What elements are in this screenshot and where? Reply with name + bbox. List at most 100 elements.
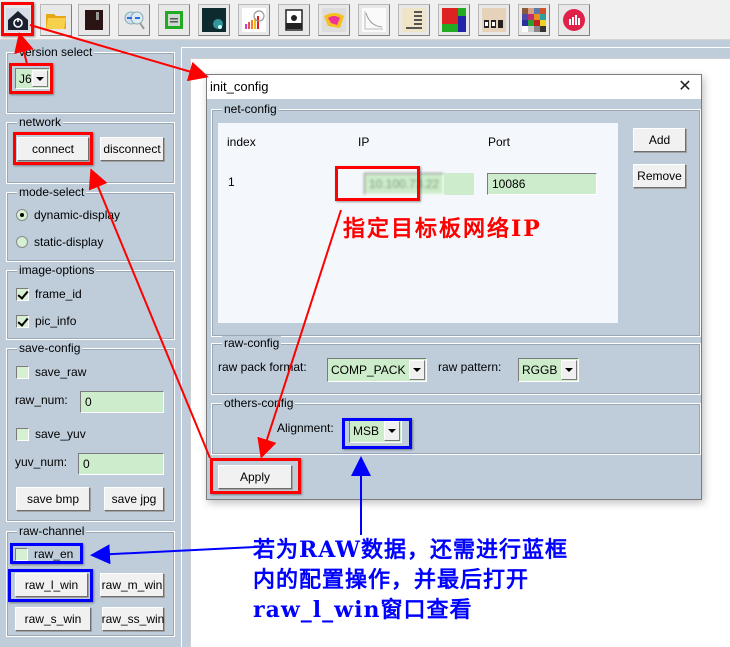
toolbar-curve-plot-button[interactable] xyxy=(358,4,390,36)
row-index: 1 xyxy=(228,175,235,189)
radio-label: dynamic-display xyxy=(34,208,121,222)
port-input[interactable]: 10086 xyxy=(487,173,597,195)
image-options-title: image-options xyxy=(17,263,97,277)
color-checker-icon xyxy=(522,8,546,32)
toolbar-raw-file-button[interactable] xyxy=(278,4,310,36)
folder-icon xyxy=(46,14,66,29)
toolbar-data-table-button[interactable] xyxy=(398,4,430,36)
radio-dynamic-display[interactable]: dynamic-display xyxy=(16,208,120,222)
checkbox-label: save_yuv xyxy=(35,427,86,441)
annotation-note-line-2: 内的配置操作，并最后打开 xyxy=(253,567,530,593)
chevron-down-icon[interactable] xyxy=(409,360,425,380)
yuv-num-input[interactable]: 0 xyxy=(78,453,164,475)
raw-ss-win-button[interactable]: raw_ss_win xyxy=(102,607,164,631)
toolbar-device-button[interactable] xyxy=(78,4,110,36)
close-icon[interactable]: ✕ xyxy=(675,77,695,97)
color-gamut-icon xyxy=(322,8,346,32)
curve-plot-icon xyxy=(362,8,386,32)
annotation-note-bold: raw_l_win xyxy=(253,597,381,623)
raw-s-win-button[interactable]: raw_s_win xyxy=(15,607,91,631)
raw-file-icon xyxy=(285,9,303,31)
others-config-title: others-config xyxy=(222,396,296,410)
remove-button[interactable]: Remove xyxy=(633,164,686,188)
toolbar-gray-scale-button[interactable] xyxy=(478,4,510,36)
save-config-title: save-config xyxy=(17,341,83,355)
toolbar-color-checker-button[interactable] xyxy=(518,4,550,36)
annotation-box-ip xyxy=(335,166,420,201)
toolbar-noise-button[interactable] xyxy=(198,4,230,36)
checkbox-label: save_raw xyxy=(35,365,87,379)
mode-select-group: mode-select xyxy=(6,185,175,262)
toolbar xyxy=(0,0,730,40)
disconnect-button[interactable]: disconnect xyxy=(100,137,164,161)
net-config-title: net-config xyxy=(222,102,279,116)
raw-pattern-label: raw pattern: xyxy=(438,360,502,374)
checkbox-checked[interactable] xyxy=(16,314,29,328)
annotation-box-version xyxy=(9,63,53,94)
toolbar-color-gamut-button[interactable] xyxy=(318,4,350,36)
dialog-title-bar[interactable]: init_config ✕ xyxy=(207,75,701,99)
chevron-down-icon[interactable] xyxy=(561,360,577,380)
data-table-icon xyxy=(402,8,426,32)
column-header-port: Port xyxy=(488,135,511,149)
column-header-ip: IP xyxy=(358,135,370,149)
raw-num-input[interactable]: 0 xyxy=(80,391,164,413)
annotation-box-apply xyxy=(210,458,301,494)
ip-input-tail xyxy=(444,173,474,195)
frame-id-checkbox[interactable]: frame_id xyxy=(16,287,82,301)
column-header-index: index xyxy=(227,135,256,149)
raw-pack-format-value: COMP_PACK xyxy=(331,363,406,377)
device-icon xyxy=(85,10,103,30)
pic-info-checkbox[interactable]: pic_info xyxy=(16,314,76,328)
raw-pattern-value: RGGB xyxy=(522,363,558,377)
checkbox[interactable] xyxy=(16,427,29,441)
bar-chart-magnifier-icon xyxy=(242,8,266,32)
version-select-title: version select xyxy=(17,45,95,59)
toolbar-open-folder-button[interactable] xyxy=(40,4,72,36)
annotation-note-ip: 指定目标板网络IP xyxy=(343,216,542,242)
raw-pattern-combo[interactable]: RGGB xyxy=(518,358,579,382)
statistics-icon xyxy=(563,9,585,31)
annotation-box-connect xyxy=(13,132,93,165)
checkbox-label: frame_id xyxy=(35,287,82,301)
raw-pack-format-label: raw pack format: xyxy=(218,360,307,374)
checkbox[interactable] xyxy=(16,365,29,379)
radio-button[interactable] xyxy=(16,236,28,248)
dialog-title: init_config xyxy=(210,79,269,94)
add-button[interactable]: Add xyxy=(633,128,686,152)
annotation-box-raw-l-win xyxy=(8,569,93,602)
toolbar-color-grid-button[interactable] xyxy=(438,4,470,36)
color-grid-icon xyxy=(442,8,466,32)
toolbar-statistics-button[interactable] xyxy=(558,4,590,36)
image-options-group: image-options xyxy=(6,263,175,340)
save-bmp-button[interactable]: save bmp xyxy=(16,487,90,511)
raw-num-label: raw_num: xyxy=(15,393,68,407)
radio-button-selected[interactable] xyxy=(16,209,28,221)
raw-m-win-button[interactable]: raw_m_win xyxy=(100,573,164,597)
save-jpg-button[interactable]: save jpg xyxy=(104,487,164,511)
raw-channel-title: raw-channel xyxy=(17,524,87,538)
save-raw-checkbox[interactable]: save_raw xyxy=(16,365,86,379)
annotation-box-home xyxy=(1,2,34,36)
chip-icon xyxy=(165,11,183,29)
annotation-note-line-1: 若为RAW数据，还需进行蓝框 xyxy=(253,537,568,563)
checkbox-label: pic_info xyxy=(35,314,77,328)
radio-static-display[interactable]: static-display xyxy=(16,235,103,249)
annotation-note-raw: 若为RAW数据，还需进行蓝框 内的配置操作，并最后打开 raw_l_win窗口查… xyxy=(253,535,568,625)
zoom-compare-icon xyxy=(124,11,145,30)
toolbar-zoom-compare-button[interactable] xyxy=(118,4,150,36)
annotation-note-line-3: raw_l_win窗口查看 xyxy=(253,595,568,625)
save-yuv-checkbox[interactable]: save_yuv xyxy=(16,427,86,441)
raw-pack-format-combo[interactable]: COMP_PACK xyxy=(327,358,427,382)
annotation-note-rest: 窗口查看 xyxy=(380,597,473,623)
annotation-box-alignment xyxy=(342,418,412,449)
network-title: network xyxy=(17,115,64,129)
checkbox-checked[interactable] xyxy=(16,287,29,301)
annotation-box-raw-en xyxy=(10,543,83,564)
alignment-label: Alignment: xyxy=(277,421,334,435)
toolbar-histogram-button[interactable] xyxy=(238,4,270,36)
toolbar-chip-button[interactable] xyxy=(158,4,190,36)
mode-select-title: mode-select xyxy=(17,185,87,199)
radio-label: static-display xyxy=(34,235,104,249)
raw-config-title: raw-config xyxy=(222,336,282,350)
